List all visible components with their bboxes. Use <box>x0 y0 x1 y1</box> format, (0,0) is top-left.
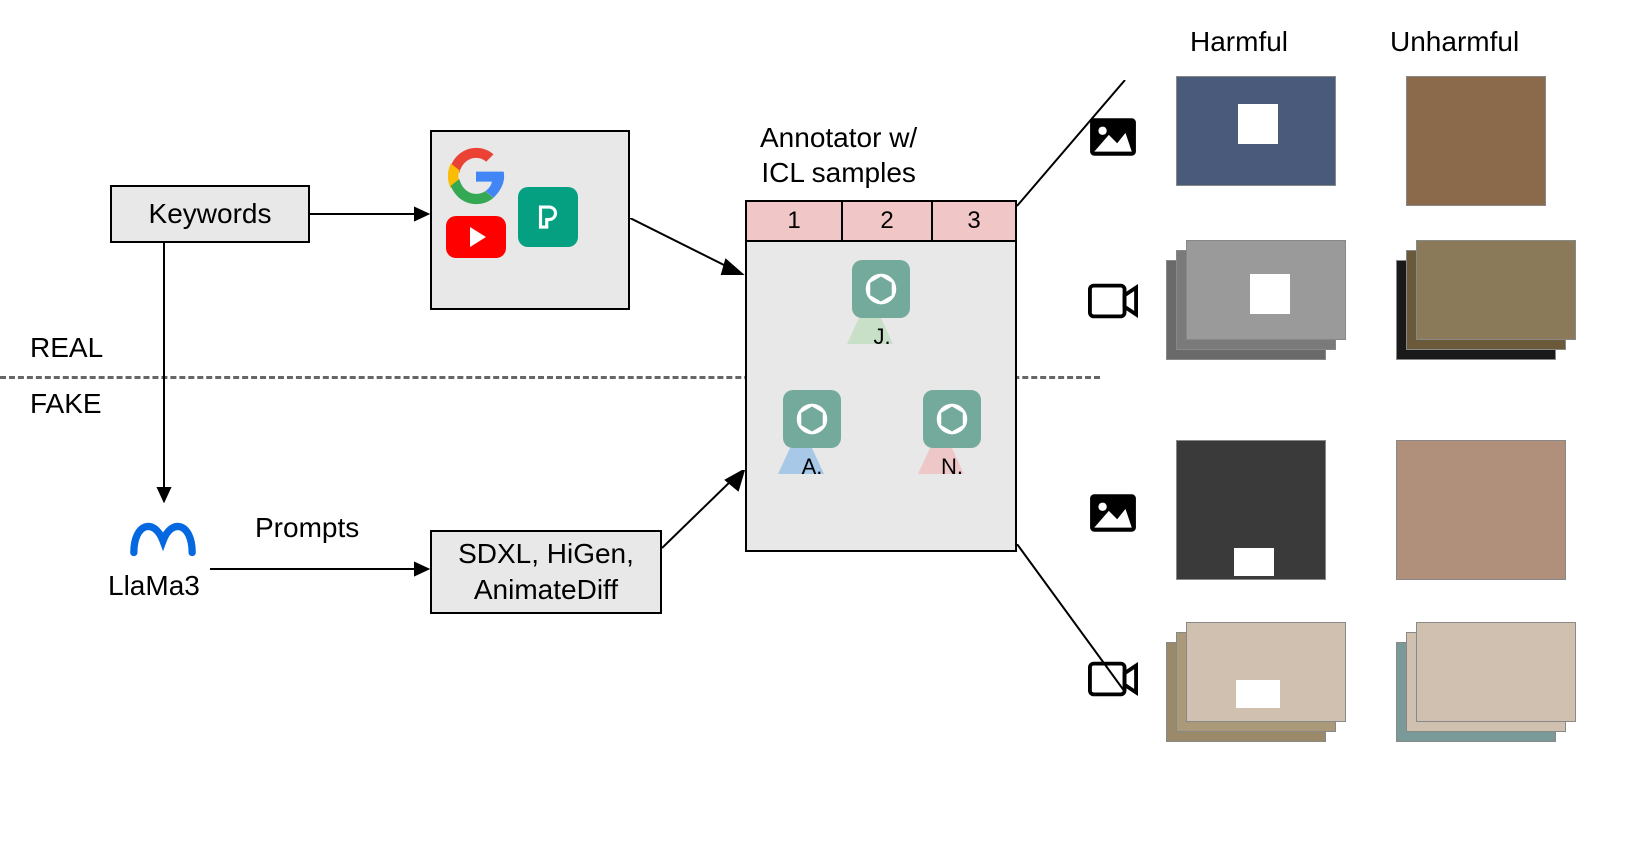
harmful-label: Harmful <box>1190 26 1288 58</box>
arrow-prompts <box>210 555 430 585</box>
image-icon-fake <box>1088 492 1138 534</box>
keywords-text: Keywords <box>149 198 272 230</box>
search-sources-box <box>430 130 630 310</box>
generators-box: SDXL, HiGen, AnimateDiff <box>430 530 662 614</box>
unharmful-label: Unharmful <box>1390 26 1519 58</box>
pexels-icon <box>518 187 578 247</box>
video-icon-real <box>1088 282 1138 320</box>
llama-label: LlaMa3 <box>108 570 200 602</box>
real-label: REAL <box>30 332 103 364</box>
arrow-keywords-to-sources <box>310 200 430 230</box>
annotator-name-a: A. <box>787 454 837 480</box>
meta-icon <box>128 510 198 560</box>
annotator-name-n: N. <box>927 454 977 480</box>
google-icon <box>446 146 506 206</box>
prompts-label: Prompts <box>255 512 359 544</box>
keywords-box: Keywords <box>110 185 310 243</box>
openai-icon-n <box>923 390 981 448</box>
video-icon-fake <box>1088 660 1138 698</box>
annotator-header-1: 1 <box>745 200 843 242</box>
arrow-sources-to-annotator <box>630 218 745 288</box>
openai-icon-a <box>783 390 841 448</box>
image-icon-real <box>1088 116 1138 158</box>
annotator-panel: 1 2 3 J. A. <box>745 200 1017 552</box>
annotator-title: Annotator w/ ICL samples <box>760 120 917 190</box>
youtube-icon <box>446 216 506 258</box>
fake-label: FAKE <box>30 388 102 420</box>
generators-text: SDXL, HiGen, AnimateDiff <box>458 536 634 609</box>
annotator-name-j: J. <box>857 324 907 350</box>
arrow-generators-to-annotator <box>662 470 747 550</box>
annotator-header-3: 3 <box>933 200 1017 242</box>
annotator-header-2: 2 <box>843 200 933 242</box>
arrow-keywords-to-meta <box>150 243 180 503</box>
openai-icon-j <box>852 260 910 318</box>
